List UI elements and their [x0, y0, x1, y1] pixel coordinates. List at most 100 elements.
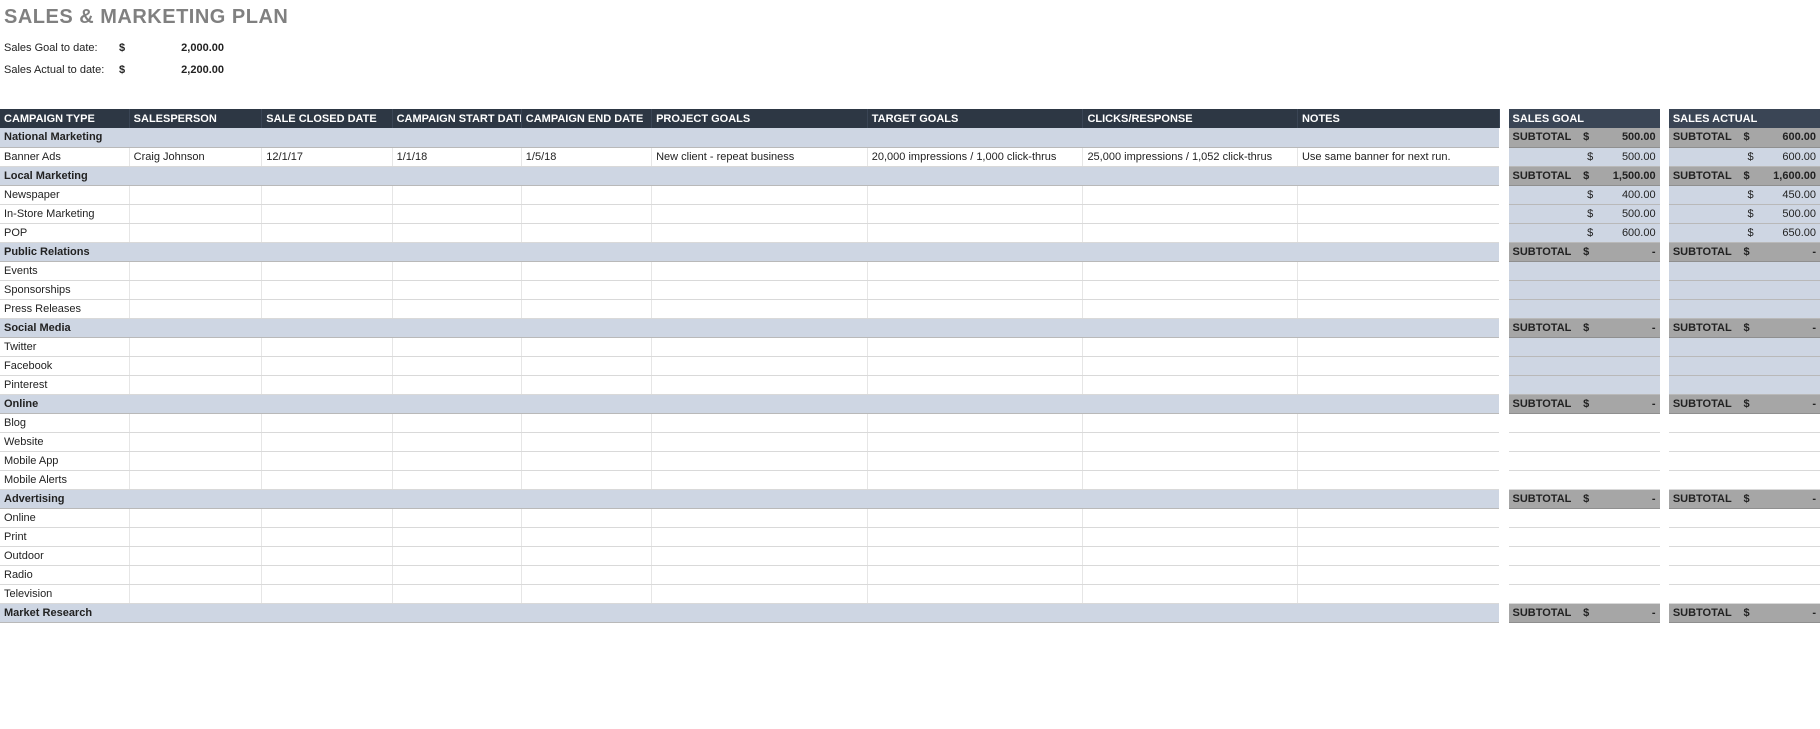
- cell-closed[interactable]: [262, 451, 392, 470]
- subtotal-value[interactable]: [1597, 261, 1659, 280]
- cell-target_goals[interactable]: [867, 413, 1083, 432]
- cell-name[interactable]: Press Releases: [0, 299, 129, 318]
- cell-notes[interactable]: [1297, 337, 1499, 356]
- cell-notes[interactable]: [1297, 451, 1499, 470]
- cell-notes[interactable]: [1297, 584, 1499, 603]
- cell-closed[interactable]: [262, 223, 392, 242]
- hdr-end[interactable]: CAMPAIGN END DATE: [521, 109, 651, 128]
- cell-salesperson[interactable]: [129, 204, 262, 223]
- cell-notes[interactable]: [1297, 546, 1499, 565]
- subtotal-value[interactable]: [1758, 356, 1820, 375]
- subtotal-value[interactable]: -: [1758, 242, 1820, 261]
- cell-end[interactable]: [521, 299, 651, 318]
- item-row[interactable]: Banner AdsCraig Johnson12/1/171/1/181/5/…: [0, 147, 1820, 166]
- cell-project_goals[interactable]: [652, 565, 868, 584]
- cell-target_goals[interactable]: [867, 242, 1083, 261]
- cell-salesperson[interactable]: [129, 375, 262, 394]
- cell-end[interactable]: [521, 451, 651, 470]
- cell-name[interactable]: Public Relations: [0, 242, 129, 261]
- cell-start[interactable]: [392, 432, 521, 451]
- cell-start[interactable]: [392, 375, 521, 394]
- cell-closed[interactable]: [262, 261, 392, 280]
- item-row[interactable]: Radio: [0, 565, 1820, 584]
- cell-start[interactable]: [392, 394, 521, 413]
- cell-end[interactable]: [521, 204, 651, 223]
- cell-clicks[interactable]: [1083, 375, 1298, 394]
- cell-salesperson[interactable]: [129, 223, 262, 242]
- cell-target_goals[interactable]: [867, 489, 1083, 508]
- cell-start[interactable]: [392, 204, 521, 223]
- cell-target_goals[interactable]: [867, 470, 1083, 489]
- cell-clicks[interactable]: [1083, 242, 1298, 261]
- item-row[interactable]: Website: [0, 432, 1820, 451]
- cell-salesperson[interactable]: [129, 318, 262, 337]
- cell-target_goals[interactable]: [867, 546, 1083, 565]
- subtotal-value[interactable]: [1758, 508, 1820, 527]
- subtotal-value[interactable]: [1758, 413, 1820, 432]
- cell-end[interactable]: [521, 280, 651, 299]
- cell-end[interactable]: [521, 565, 651, 584]
- cell-clicks[interactable]: [1083, 470, 1298, 489]
- cell-notes[interactable]: [1297, 299, 1499, 318]
- subtotal-value[interactable]: [1758, 299, 1820, 318]
- subtotal-value[interactable]: [1758, 546, 1820, 565]
- cell-clicks[interactable]: [1083, 527, 1298, 546]
- item-row[interactable]: In-Store Marketing$500.00$500.00: [0, 204, 1820, 223]
- item-row[interactable]: POP$600.00$650.00: [0, 223, 1820, 242]
- cell-project_goals[interactable]: [652, 299, 868, 318]
- subtotal-value[interactable]: [1758, 565, 1820, 584]
- cell-project_goals[interactable]: [652, 204, 868, 223]
- cell-start[interactable]: [392, 489, 521, 508]
- item-row[interactable]: Mobile Alerts: [0, 470, 1820, 489]
- cell-closed[interactable]: [262, 394, 392, 413]
- cell-name[interactable]: In-Store Marketing: [0, 204, 129, 223]
- cell-clicks[interactable]: [1083, 166, 1298, 185]
- subtotal-value[interactable]: [1758, 261, 1820, 280]
- cell-start[interactable]: [392, 261, 521, 280]
- cell-name[interactable]: Local Marketing: [0, 166, 129, 185]
- cell-closed[interactable]: [262, 356, 392, 375]
- cell-start[interactable]: [392, 128, 521, 147]
- cell-project_goals[interactable]: [652, 375, 868, 394]
- cell-name[interactable]: Radio: [0, 565, 129, 584]
- subtotal-value[interactable]: 500.00: [1597, 204, 1659, 223]
- cell-notes[interactable]: [1297, 280, 1499, 299]
- cell-target_goals[interactable]: [867, 565, 1083, 584]
- cell-salesperson[interactable]: [129, 527, 262, 546]
- cell-salesperson[interactable]: [129, 185, 262, 204]
- cell-start[interactable]: [392, 451, 521, 470]
- cell-start[interactable]: [392, 318, 521, 337]
- cell-notes[interactable]: [1297, 318, 1499, 337]
- hdr-clicks[interactable]: CLICKS/RESPONSE: [1083, 109, 1298, 128]
- subtotal-value[interactable]: [1597, 565, 1659, 584]
- cell-clicks[interactable]: [1083, 603, 1298, 622]
- cell-start[interactable]: [392, 280, 521, 299]
- subtotal-value[interactable]: [1597, 299, 1659, 318]
- cell-end[interactable]: [521, 261, 651, 280]
- cell-clicks[interactable]: [1083, 356, 1298, 375]
- cell-name[interactable]: Blog: [0, 413, 129, 432]
- cell-target_goals[interactable]: [867, 508, 1083, 527]
- cell-target_goals[interactable]: 20,000 impressions / 1,000 click-thrus: [867, 147, 1083, 166]
- cell-name[interactable]: Events: [0, 261, 129, 280]
- cell-clicks[interactable]: [1083, 451, 1298, 470]
- cell-name[interactable]: Twitter: [0, 337, 129, 356]
- cell-closed[interactable]: [262, 318, 392, 337]
- subtotal-value[interactable]: [1758, 451, 1820, 470]
- hdr-campaign-type[interactable]: CAMPAIGN TYPE: [0, 109, 129, 128]
- subtotal-value[interactable]: 600.00: [1758, 147, 1820, 166]
- cell-closed[interactable]: [262, 527, 392, 546]
- cell-notes[interactable]: [1297, 185, 1499, 204]
- cell-end[interactable]: [521, 603, 651, 622]
- cell-project_goals[interactable]: [652, 261, 868, 280]
- cell-start[interactable]: [392, 185, 521, 204]
- cell-notes[interactable]: [1297, 166, 1499, 185]
- cell-target_goals[interactable]: [867, 432, 1083, 451]
- cell-project_goals[interactable]: [652, 546, 868, 565]
- cell-start[interactable]: [392, 356, 521, 375]
- cell-project_goals[interactable]: [652, 318, 868, 337]
- subtotal-value[interactable]: 500.00: [1597, 128, 1659, 147]
- cell-salesperson[interactable]: [129, 280, 262, 299]
- section-row[interactable]: AdvertisingSUBTOTAL$-SUBTOTAL$-: [0, 489, 1820, 508]
- cell-name[interactable]: Pinterest: [0, 375, 129, 394]
